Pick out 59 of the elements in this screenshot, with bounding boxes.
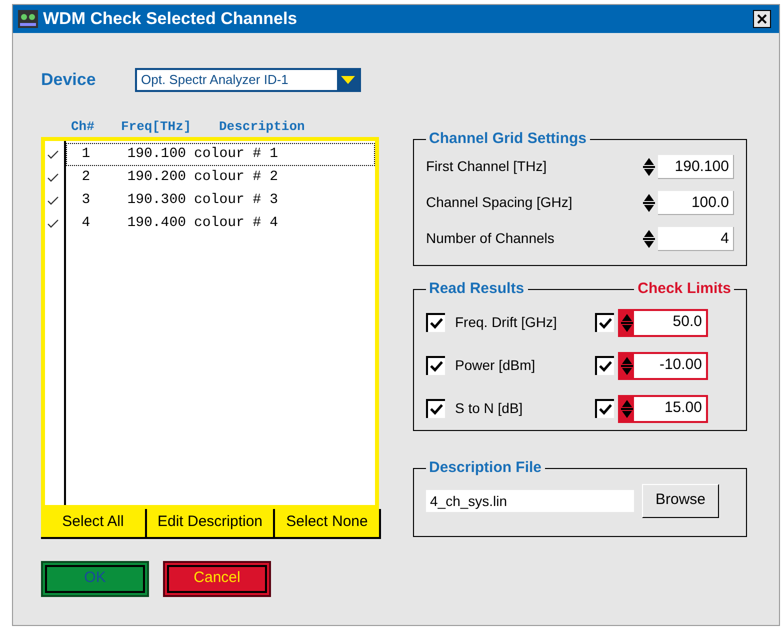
group-title: Description File bbox=[428, 458, 543, 478]
group-title: Read Results bbox=[429, 279, 524, 299]
close-button[interactable] bbox=[753, 10, 771, 28]
column-header: Freq[THz] bbox=[121, 118, 192, 134]
dropdown-arrow-icon bbox=[341, 76, 355, 84]
limit-value: 15.00 bbox=[634, 396, 706, 420]
checkbox[interactable] bbox=[595, 356, 614, 375]
group-title: Check Limits bbox=[638, 279, 731, 299]
checkbox[interactable] bbox=[426, 313, 445, 332]
checkbox[interactable] bbox=[426, 356, 445, 375]
field-label: First Channel [THz] bbox=[426, 157, 548, 176]
app-icon bbox=[17, 9, 39, 29]
description-value: colour # 2 bbox=[194, 168, 278, 186]
column-header: Ch# bbox=[71, 118, 96, 134]
result-label: Freq. Drift [GHz] bbox=[455, 313, 558, 332]
checkbox[interactable] bbox=[595, 313, 614, 332]
channel-row[interactable]: 3 190.300 colour # 3 bbox=[66, 188, 375, 212]
frequency-value: 190.400 bbox=[126, 214, 186, 232]
description-value: colour # 4 bbox=[194, 214, 278, 232]
limit-field[interactable]: 50.0 bbox=[618, 308, 708, 336]
frequency-value: 190.300 bbox=[126, 190, 186, 210]
channel-list[interactable]: 1 190.100 colour # 1 2 190.200 colour # 2 3 190.300 colour # 3 4 190.400 colour # 4 bbox=[41, 136, 379, 508]
channel-row[interactable]: 1 190.100 colour # 1 bbox=[66, 142, 375, 166]
number-field[interactable]: 190.100 bbox=[658, 154, 734, 178]
list-button[interactable]: Select All bbox=[41, 508, 147, 538]
frequency-value: 190.200 bbox=[126, 168, 186, 186]
frequency-value: 190.100 bbox=[126, 144, 186, 164]
group-title: Channel Grid Settings bbox=[428, 129, 588, 149]
cancel-button[interactable]: Cancel bbox=[163, 560, 271, 596]
channel-row[interactable]: 4 190.400 colour # 4 bbox=[66, 212, 375, 234]
limit-field[interactable]: 15.00 bbox=[618, 394, 708, 422]
list-button[interactable]: Select None bbox=[275, 508, 381, 538]
checkbox[interactable] bbox=[595, 399, 614, 418]
close-icon bbox=[757, 14, 767, 24]
device-label: Device bbox=[41, 69, 97, 91]
description-value: colour # 3 bbox=[194, 190, 278, 210]
device-value: Opt. Spectr Analyzer ID-1 bbox=[140, 70, 290, 89]
device-dropdown[interactable]: Opt. Spectr Analyzer ID-1 bbox=[135, 68, 361, 92]
limit-value: -10.00 bbox=[634, 354, 706, 378]
column-header: Description bbox=[219, 118, 306, 134]
checkbox[interactable] bbox=[426, 399, 445, 418]
list-button[interactable]: Edit Description bbox=[147, 508, 275, 538]
file-name-field[interactable]: 4_ch_sys.lin bbox=[426, 490, 634, 512]
number-field[interactable]: 100.0 bbox=[658, 190, 734, 214]
limit-field[interactable]: -10.00 bbox=[618, 352, 708, 380]
window-title: WDM Check Selected Channels bbox=[43, 8, 298, 30]
field-label: Channel Spacing [GHz] bbox=[426, 193, 574, 212]
limit-value: 50.0 bbox=[634, 310, 706, 334]
browse-button[interactable]: Browse bbox=[642, 484, 719, 518]
field-label: Number of Channels bbox=[426, 229, 556, 248]
channel-number: 2 bbox=[80, 168, 92, 186]
result-label: Power [dBm] bbox=[455, 356, 536, 375]
result-label: S to N [dB] bbox=[455, 399, 524, 418]
channel-number: 3 bbox=[80, 190, 92, 210]
number-field[interactable]: 4 bbox=[658, 226, 734, 250]
channel-number: 1 bbox=[80, 144, 92, 164]
channel-row[interactable]: 2 190.200 colour # 2 bbox=[66, 166, 375, 188]
channel-number: 4 bbox=[80, 214, 92, 232]
description-value: colour # 1 bbox=[194, 144, 278, 164]
